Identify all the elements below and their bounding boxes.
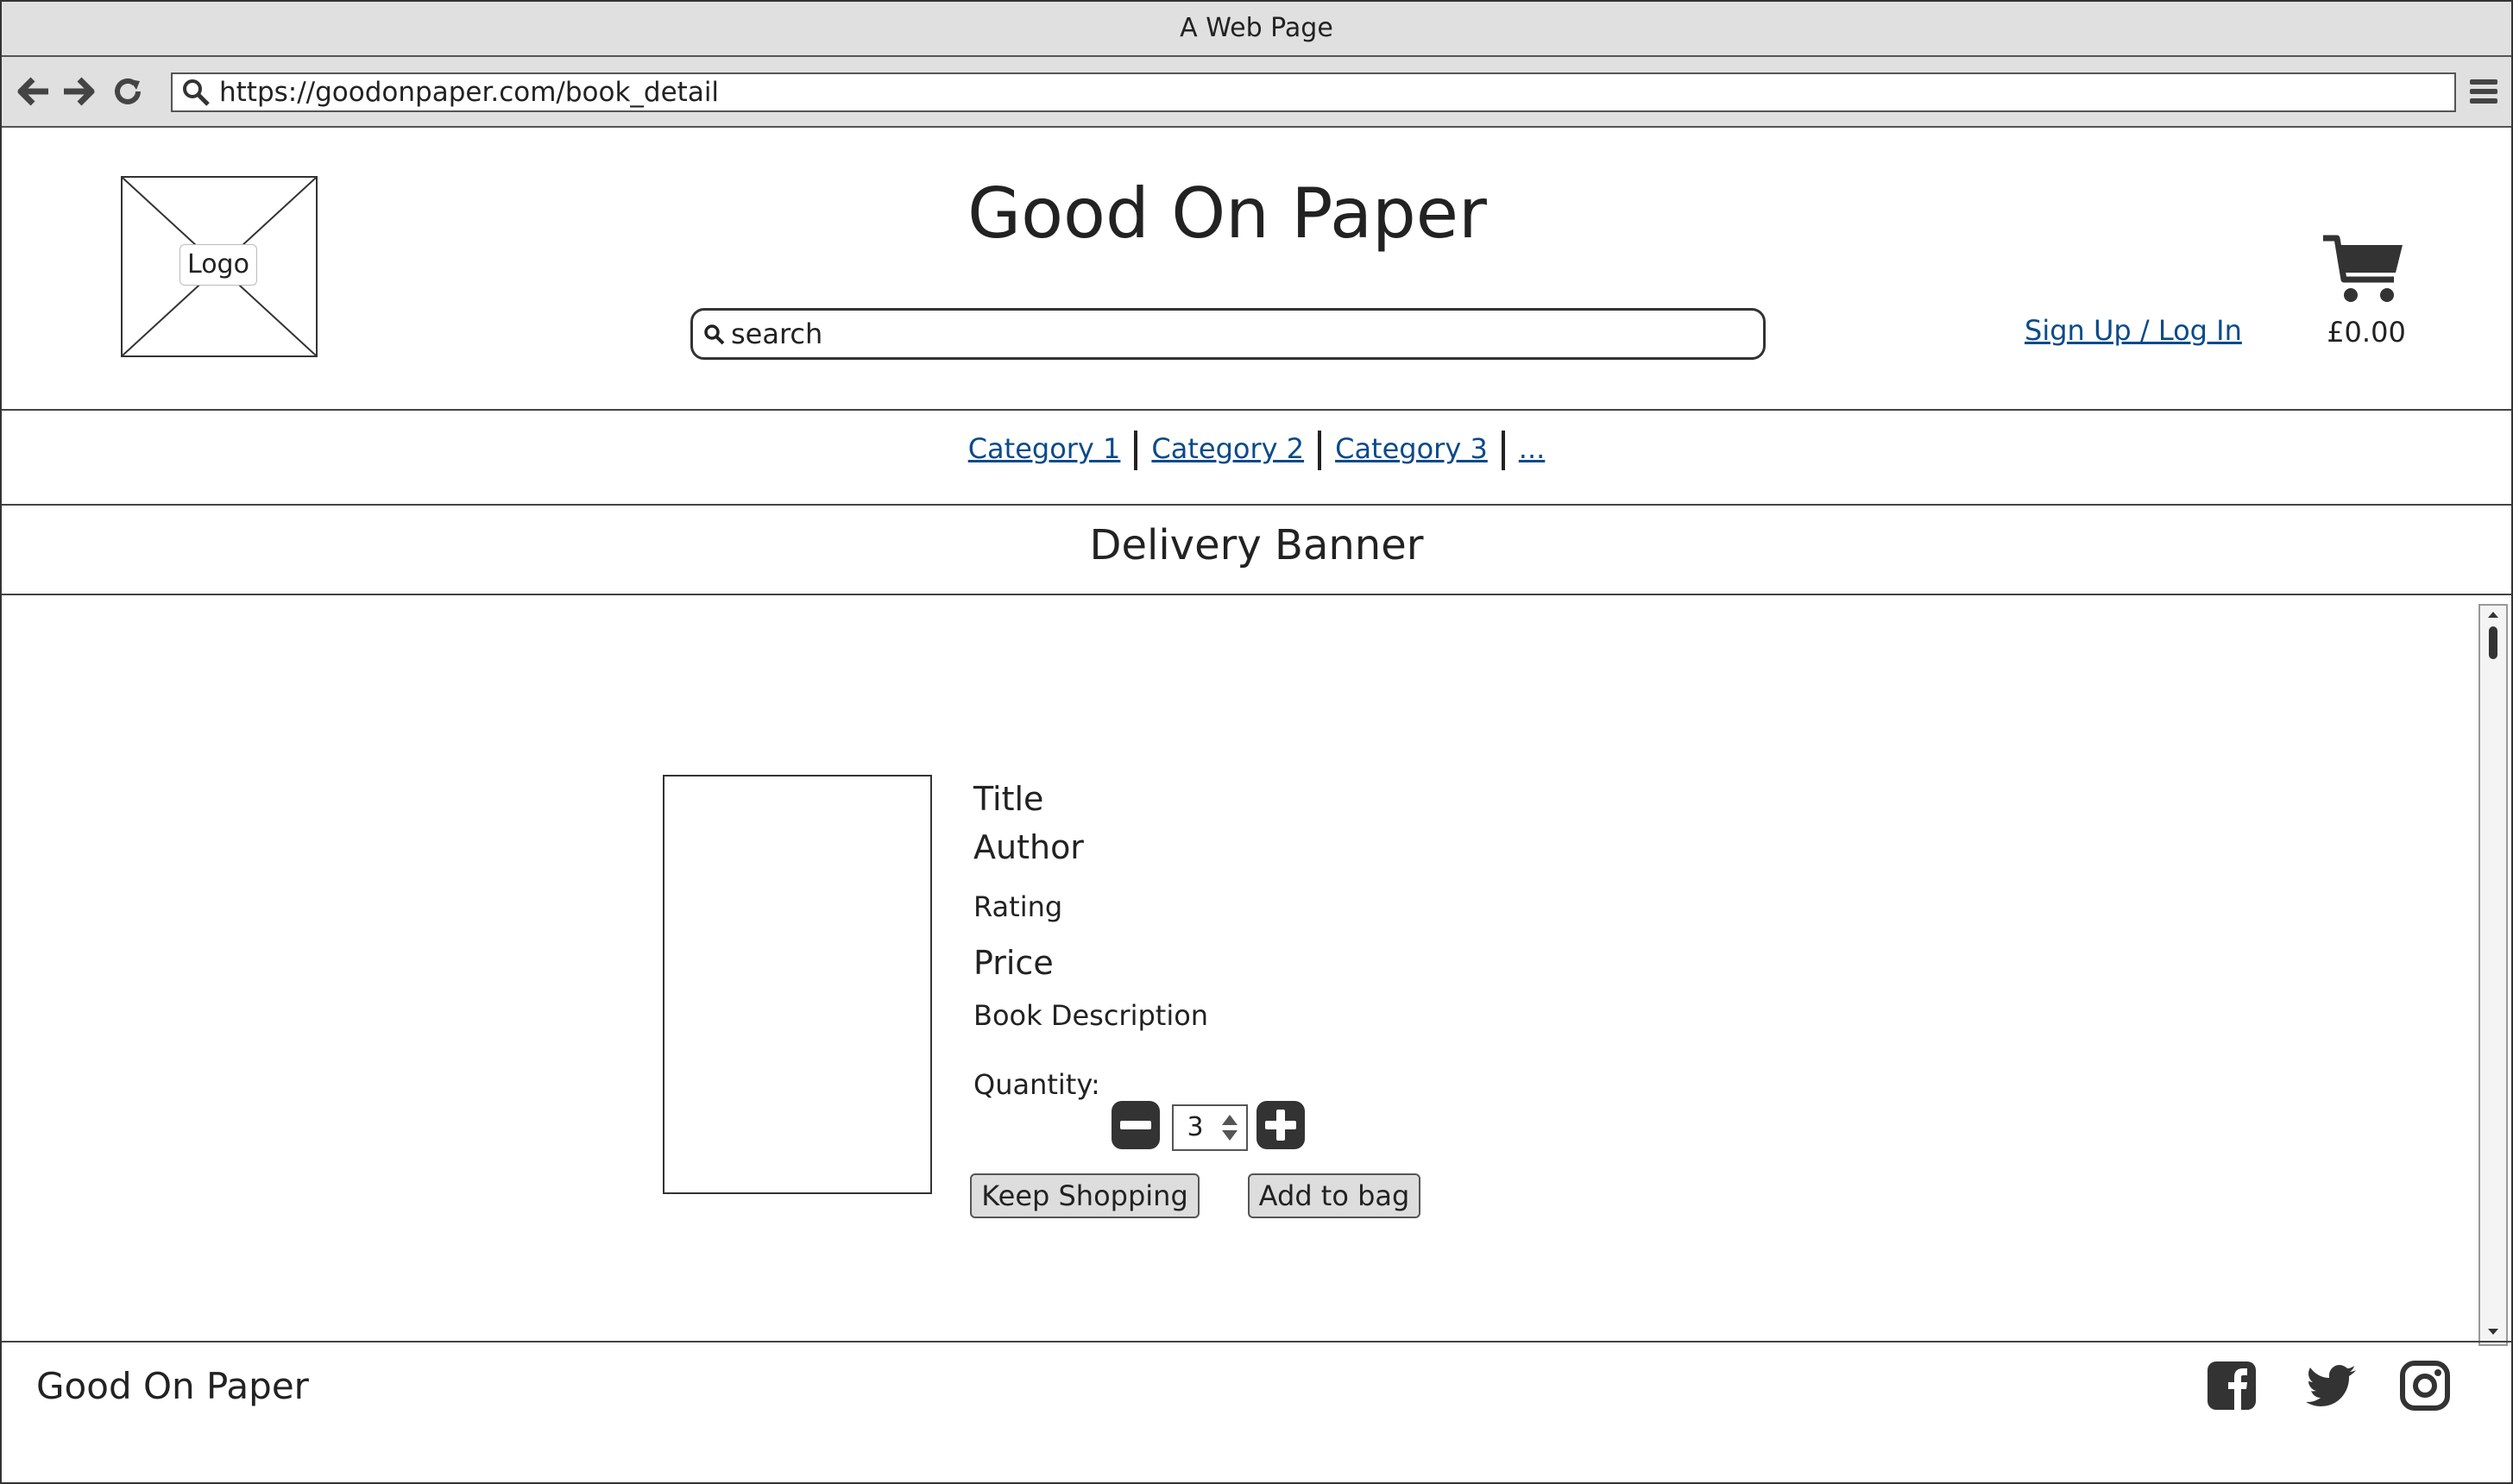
book-description: Book Description — [973, 999, 1209, 1032]
back-arrow-icon[interactable] — [16, 72, 54, 110]
scroll-down-arrow-icon[interactable] — [2486, 1327, 2500, 1337]
url-text[interactable]: https://goodonpaper.com/book_detail — [219, 74, 719, 110]
quantity-label: Quantity: — [973, 1068, 1100, 1101]
instagram-icon[interactable] — [2399, 1360, 2451, 1412]
separator — [1318, 431, 1322, 470]
minus-icon — [1120, 1121, 1151, 1129]
address-bar[interactable]: https://goodonpaper.com/book_detail — [171, 72, 2456, 112]
browser-window: A Web Page https://goodonpaper.com/book_… — [0, 0, 2513, 1484]
cart-total: £0.00 — [2327, 316, 2406, 349]
category-link-2[interactable]: Category 2 — [1151, 432, 1304, 465]
footer-site-title: Good On Paper — [36, 1365, 309, 1407]
book-price: Price — [973, 944, 1054, 982]
sign-up-login-link[interactable]: Sign Up / Log In — [2025, 314, 2242, 347]
category-link-3[interactable]: Category 3 — [1335, 432, 1488, 465]
browser-toolbar: https://goodonpaper.com/book_detail — [2, 57, 2511, 128]
forward-arrow-icon[interactable] — [59, 72, 97, 110]
shopping-cart-icon[interactable] — [2321, 235, 2404, 305]
book-author: Author — [973, 828, 1084, 866]
window-title: A Web Page — [2, 2, 2511, 57]
delivery-banner: Delivery Banner — [1089, 521, 1424, 569]
twitter-icon[interactable] — [2306, 1360, 2358, 1412]
search-icon — [704, 324, 725, 345]
separator — [1134, 431, 1138, 470]
reload-icon[interactable] — [109, 72, 147, 110]
book-cover-image — [663, 775, 932, 1194]
book-rating: Rating — [973, 890, 1063, 923]
divider — [2, 594, 2511, 595]
hamburger-menu-icon[interactable] — [2466, 74, 2501, 109]
plus-icon — [1265, 1110, 1296, 1141]
quantity-value[interactable]: 3 — [1174, 1106, 1217, 1149]
scroll-up-arrow-icon[interactable] — [2486, 609, 2500, 619]
divider — [2, 1341, 2511, 1343]
separator — [1501, 431, 1505, 470]
add-to-bag-button[interactable]: Add to bag — [1248, 1173, 1420, 1218]
divider — [2, 409, 2511, 411]
increment-button[interactable] — [1256, 1101, 1305, 1149]
search-placeholder: search — [731, 318, 823, 350]
book-title: Title — [973, 780, 1044, 818]
spinner-arrows-icon[interactable] — [1219, 1110, 1241, 1146]
site-title: Good On Paper — [967, 173, 1487, 254]
search-icon — [183, 79, 210, 106]
logo-label: Logo — [180, 244, 257, 286]
decrement-button[interactable] — [1112, 1101, 1160, 1149]
category-link-more[interactable]: ... — [1519, 432, 1546, 465]
keep-shopping-button[interactable]: Keep Shopping — [970, 1173, 1200, 1218]
search-input[interactable]: search — [690, 308, 1766, 360]
quantity-stepper[interactable]: 3 — [1172, 1104, 1248, 1151]
facebook-icon[interactable] — [2206, 1360, 2258, 1412]
category-nav: Category 1 Category 2 Category 3... — [2, 419, 2511, 478]
divider — [2, 504, 2511, 506]
scrollbar-thumb[interactable] — [2489, 626, 2497, 659]
scrollbar[interactable] — [2478, 604, 2508, 1346]
category-link-1[interactable]: Category 1 — [968, 432, 1121, 465]
